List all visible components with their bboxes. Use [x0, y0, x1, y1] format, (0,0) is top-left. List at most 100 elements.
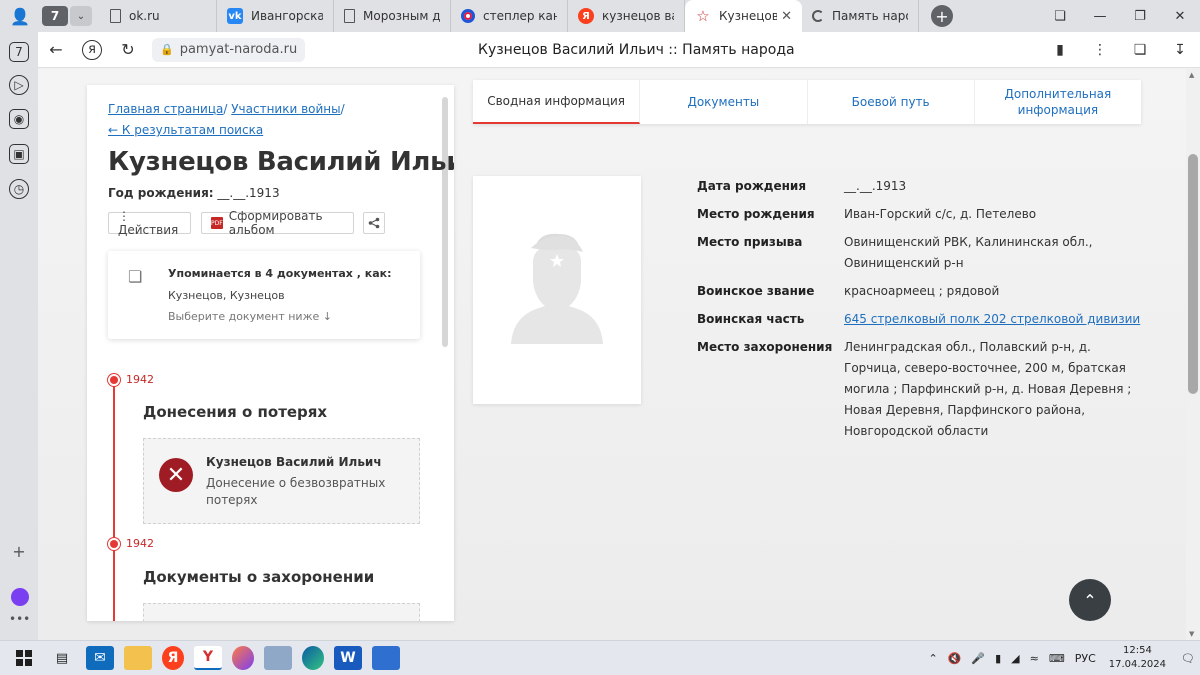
tabs-badge-icon[interactable]: 7 [9, 42, 29, 62]
clock[interactable]: 12:54 17.04.2024 [1109, 644, 1166, 672]
loading-icon [812, 10, 824, 22]
timeline-line [113, 378, 115, 621]
download-icon[interactable]: ↧ [1160, 42, 1200, 58]
profile-icon[interactable]: 👤 [0, 0, 40, 32]
mail-icon[interactable]: ✉ [86, 646, 114, 670]
tab-additional-info[interactable]: Дополнительная информация [975, 80, 1141, 124]
close-circle-icon: ✕ [159, 458, 193, 492]
browser-tab-ozon[interactable]: степлер канце [451, 0, 568, 32]
scrollbar-thumb[interactable] [1188, 154, 1198, 394]
close-window-icon[interactable]: ✕ [1160, 9, 1200, 24]
timeline-year: 1942 [126, 537, 154, 550]
timeline-section-title: Документы о захоронении [143, 568, 375, 586]
browser-tab-page[interactable]: Морозным дн [334, 0, 451, 32]
browser-tab-ok[interactable]: ok.ru [100, 0, 217, 32]
burial-document-card[interactable] [143, 603, 420, 621]
page-content: Главная страница/ Участники войны/ ← К р… [38, 69, 1186, 640]
notifications-icon[interactable]: 🗨 [1181, 652, 1195, 665]
timeline-dot [108, 538, 120, 550]
volume-mute-icon[interactable]: 🔇 [948, 652, 962, 665]
edge-icon[interactable] [302, 646, 324, 670]
keyboard-icon[interactable]: ⌨ [1049, 652, 1065, 665]
task-view-icon[interactable]: ▤ [48, 646, 76, 670]
bookmark-icon[interactable]: ▮ [1040, 42, 1080, 58]
tab-documents[interactable]: Документы [640, 80, 808, 124]
photos-icon[interactable] [372, 646, 400, 670]
reload-icon[interactable]: ↻ [110, 40, 146, 59]
new-tab-button[interactable]: + [931, 5, 953, 27]
tab-summary[interactable]: Сводная информация [473, 80, 641, 124]
collections-icon[interactable]: ▣ [9, 144, 29, 164]
collections-icon[interactable]: ❏ [1040, 9, 1080, 24]
page-scrollbar[interactable]: ▲ ▼ [1186, 69, 1200, 640]
browser-tab-yandex[interactable]: Я кузнецов васи [568, 0, 685, 32]
pdf-icon: PDF [211, 217, 223, 229]
page-icon [110, 9, 121, 23]
browser-tab-loading[interactable]: Память народ [802, 0, 919, 32]
person-name: Кузнецов Василий Ильич [108, 147, 454, 177]
timeline-year: 1942 [126, 373, 154, 386]
wifi-icon[interactable]: ≈ [1030, 652, 1039, 665]
scroll-down-icon[interactable]: ▼ [1189, 630, 1194, 638]
close-icon[interactable]: ✕ [781, 9, 792, 24]
yandex-home-icon[interactable]: я [82, 39, 102, 60]
microphone-icon[interactable]: 🎤 [971, 652, 985, 665]
chevron-down-icon[interactable]: ⌄ [70, 6, 92, 26]
chevron-up-icon[interactable]: ⌃ [928, 652, 937, 665]
back-icon[interactable]: ← [38, 40, 74, 59]
lock-icon: 🔒 [160, 43, 174, 56]
card-scrollbar[interactable] [442, 97, 448, 347]
yandex-browser-icon[interactable]: Я [162, 646, 184, 670]
star-icon: ☆ [696, 7, 710, 25]
scroll-to-top-button[interactable]: ⌃ [1069, 579, 1111, 621]
breadcrumb-home-link[interactable]: Главная страница [108, 102, 223, 116]
photo-placeholder [473, 176, 641, 404]
signal-icon[interactable]: ◢ [1011, 652, 1019, 665]
language-indicator[interactable]: РУС [1075, 652, 1096, 665]
extensions-icon[interactable]: ❏ [1120, 42, 1160, 58]
url-field[interactable]: 🔒 pamyat-naroda.ru [152, 37, 306, 62]
system-tray: ⌃ 🔇 🎤 ▮ ◢ ≈ ⌨ РУС 12:54 17.04.2024 🗨 [923, 644, 1200, 672]
add-icon[interactable]: + [9, 542, 29, 561]
tab-combat-path[interactable]: Боевой путь [808, 80, 975, 124]
browser-tab-active[interactable]: ☆ Кузнецов Ва ✕ [685, 0, 802, 32]
mention-card: ❏ Упоминается в 4 документах , как: Кузн… [108, 251, 420, 339]
file-explorer-icon[interactable] [124, 646, 152, 670]
yandex-active-icon[interactable]: Y [194, 646, 222, 670]
screenshot-icon[interactable]: ◉ [9, 109, 29, 129]
history-icon[interactable]: ◷ [9, 179, 29, 199]
tab-count-badge[interactable]: 7 [42, 6, 68, 26]
ozon-icon [461, 9, 475, 23]
restore-icon[interactable]: ❐ [1120, 9, 1160, 24]
birth-year: Год рождения: __.__.1913 [108, 186, 280, 200]
battery-icon[interactable]: ▮ [995, 652, 1001, 665]
back-to-results-link[interactable]: ← К результатам поиска [108, 123, 263, 137]
documents-icon: ❏ [128, 267, 143, 286]
breadcrumb: Главная страница/ Участники войны/ [108, 102, 345, 116]
windows-taskbar: ▤ ✉ Я Y W ⌃ 🔇 🎤 ▮ ◢ ≈ ⌨ РУС 12:54 17.04.… [0, 640, 1200, 675]
breadcrumb-participants-link[interactable]: Участники войны [231, 102, 340, 116]
person-card: Главная страница/ Участники войны/ ← К р… [87, 85, 454, 621]
play-icon[interactable]: ▷ [9, 75, 29, 95]
menu-icon[interactable]: ⋮ [1080, 42, 1120, 58]
share-icon [368, 217, 380, 229]
more-icon[interactable]: ••• [9, 612, 30, 626]
loss-report-card[interactable]: ✕ Кузнецов Василий Ильич Донесение о без… [143, 438, 420, 524]
word-icon[interactable]: W [334, 646, 362, 670]
military-unit-link[interactable]: 645 стрелковый полк 202 стрелковой дивиз… [844, 312, 1140, 326]
scroll-up-icon[interactable]: ▲ [1189, 71, 1194, 79]
share-button[interactable] [363, 212, 385, 234]
browser-sidebar: 7 ▷ ◉ ▣ ◷ + ••• [0, 32, 38, 640]
actions-button[interactable]: ⋮ Действия [108, 209, 191, 237]
minimize-icon[interactable]: — [1080, 9, 1120, 24]
browser-tab-vk[interactable]: vk Ивангорская с [217, 0, 334, 32]
alice-icon[interactable] [11, 588, 29, 606]
paint-icon[interactable] [232, 646, 254, 670]
yandex-icon: Я [578, 8, 594, 24]
scanner-icon[interactable] [264, 646, 292, 670]
album-button[interactable]: PDF Сформировать альбом [201, 209, 354, 237]
windows-start-icon[interactable] [10, 646, 38, 670]
browser-tab-strip: 👤 7 ⌄ ok.ru vk Ивангорская с Морозным дн… [0, 0, 1200, 32]
info-tabs: Сводная информация Документы Боевой путь… [473, 80, 1141, 124]
timeline-section-title: Донесения о потерях [143, 403, 328, 421]
